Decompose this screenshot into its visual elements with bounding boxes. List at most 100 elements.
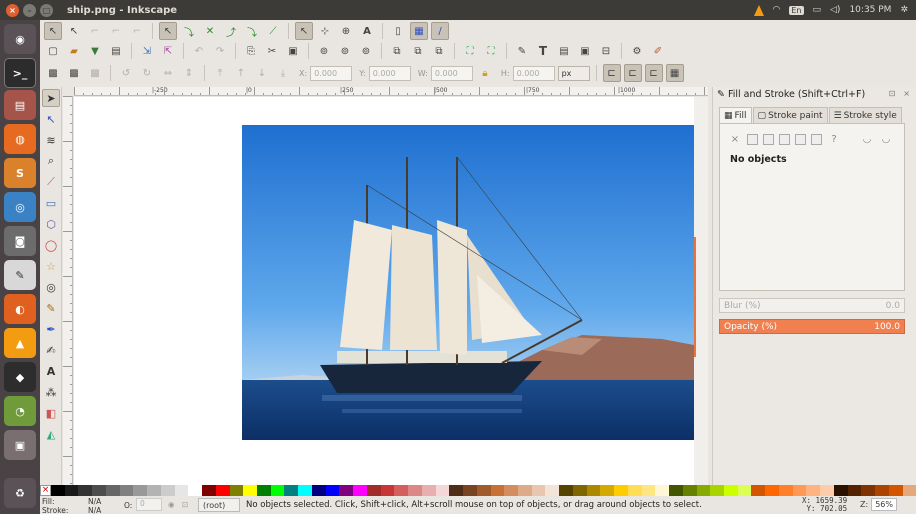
- palette-swatch[interactable]: [902, 485, 916, 496]
- snap-line-midpoint-icon[interactable]: ⟋: [264, 22, 282, 40]
- palette-swatch[interactable]: [147, 485, 161, 496]
- palette-swatch[interactable]: [353, 485, 367, 496]
- volume-icon[interactable]: ◁): [830, 5, 840, 15]
- inkscape-icon[interactable]: ◆: [4, 362, 36, 392]
- linear-gradient-icon[interactable]: [763, 133, 774, 145]
- palette-swatch[interactable]: [820, 485, 834, 496]
- document-properties-icon[interactable]: ✐: [649, 42, 667, 60]
- tweak-icon[interactable]: ≋: [42, 131, 60, 149]
- x-input[interactable]: 0.000: [310, 65, 353, 81]
- eraser-icon[interactable]: ◧: [42, 404, 60, 422]
- layers-dialog-icon[interactable]: ▤: [555, 42, 573, 60]
- lower-icon[interactable]: ↓: [253, 64, 271, 82]
- palette-swatch[interactable]: [435, 485, 450, 496]
- palette-swatch[interactable]: [545, 485, 560, 496]
- wifi-icon[interactable]: ◠: [773, 5, 781, 15]
- undo-icon[interactable]: ↶: [190, 42, 208, 60]
- tab-fill[interactable]: ▦ Fill: [719, 107, 752, 123]
- redo-icon[interactable]: ↷: [211, 42, 229, 60]
- text-dialog-icon[interactable]: T: [534, 42, 552, 60]
- palette-swatch[interactable]: [215, 485, 230, 496]
- select-all-layers-icon[interactable]: ▩: [65, 64, 83, 82]
- bucket-icon[interactable]: ◭: [42, 425, 60, 443]
- clock[interactable]: 10:35 PM: [849, 5, 891, 15]
- raise-icon[interactable]: ↑: [232, 64, 250, 82]
- move-gradients-icon[interactable]: ⊏: [644, 64, 663, 82]
- workspace-icon[interactable]: ▣: [4, 430, 36, 460]
- fill-rule-evenodd-icon[interactable]: ◡: [860, 132, 874, 146]
- snap-smooth-icon[interactable]: ⤵: [243, 22, 261, 40]
- terminal-icon[interactable]: >_: [4, 58, 36, 88]
- palette-swatch[interactable]: [119, 485, 134, 496]
- palette-swatch[interactable]: [449, 485, 464, 496]
- lock-icon[interactable]: 🔒︎: [476, 64, 494, 82]
- palette-swatch[interactable]: [202, 485, 216, 496]
- palette-swatch[interactable]: [408, 485, 422, 496]
- battery-icon[interactable]: ▭: [813, 5, 822, 15]
- snap-path-icon[interactable]: ⤵: [180, 22, 198, 40]
- text-editor-icon[interactable]: ✎: [4, 260, 36, 290]
- flip-vertical-icon[interactable]: ⇕: [180, 64, 198, 82]
- select-all-icon[interactable]: ▩: [44, 64, 62, 82]
- xml-editor-icon[interactable]: ▣: [576, 42, 594, 60]
- palette-swatch[interactable]: [160, 485, 175, 496]
- palette-swatch[interactable]: [298, 485, 312, 496]
- flip-horizontal-icon[interactable]: ⇔: [159, 64, 177, 82]
- flat-color-icon[interactable]: [747, 133, 758, 145]
- scale-radii-icon[interactable]: ⊏: [623, 64, 642, 82]
- pattern-icon[interactable]: [811, 133, 822, 145]
- move-patterns-icon[interactable]: ▦: [665, 64, 684, 82]
- pencil-icon[interactable]: ✎: [42, 299, 60, 317]
- camera-icon[interactable]: ◙: [4, 226, 36, 256]
- ubuntu-dash-icon[interactable]: ◉: [4, 24, 36, 54]
- radial-gradient-icon[interactable]: [779, 133, 790, 145]
- zoom-input[interactable]: 56%: [871, 498, 897, 511]
- new-document-icon[interactable]: ▢: [44, 42, 62, 60]
- palette-swatch[interactable]: [78, 485, 93, 496]
- palette-swatch[interactable]: [641, 485, 656, 496]
- maximize-window-button[interactable]: □: [40, 3, 53, 17]
- duplicate-icon[interactable]: ⧉: [388, 42, 406, 60]
- palette-swatch[interactable]: [188, 485, 203, 496]
- palette-swatch[interactable]: [229, 485, 244, 496]
- palette-swatch[interactable]: [325, 485, 340, 496]
- palette-swatch[interactable]: [105, 485, 120, 496]
- opacity-status-input[interactable]: 0: [136, 498, 162, 511]
- fill-rule-nonzero-icon[interactable]: ◡: [879, 132, 893, 146]
- palette-swatch[interactable]: [64, 485, 79, 496]
- image-viewer-icon[interactable]: ◔: [4, 396, 36, 426]
- tab-stroke-paint[interactable]: ▢ Stroke paint: [752, 107, 828, 123]
- snap-intersection-icon[interactable]: ✕: [201, 22, 219, 40]
- palette-swatch[interactable]: [257, 485, 271, 496]
- palette-swatch[interactable]: [792, 485, 807, 496]
- palette-swatch[interactable]: [600, 485, 615, 496]
- palette-swatch[interactable]: [614, 485, 628, 496]
- open-icon[interactable]: ▰: [65, 42, 83, 60]
- unlink-clone-icon[interactable]: ⧉: [430, 42, 448, 60]
- files-icon[interactable]: ▤: [4, 90, 36, 120]
- snap-nodes-icon[interactable]: ↖: [159, 22, 177, 40]
- star-icon[interactable]: ☆: [42, 257, 60, 275]
- print-icon[interactable]: ▤: [107, 42, 125, 60]
- no-paint-icon[interactable]: ×: [728, 132, 742, 146]
- group-icon[interactable]: ⛶: [461, 42, 479, 60]
- snap-center-icon[interactable]: ⊹: [316, 22, 334, 40]
- cut-icon[interactable]: ✂: [263, 42, 281, 60]
- snap-cusp-icon[interactable]: ⤴: [222, 22, 240, 40]
- vertical-scrollbar[interactable]: [694, 97, 708, 488]
- spray-icon[interactable]: ⁂: [42, 383, 60, 401]
- palette-swatch[interactable]: [490, 485, 505, 496]
- layer-lock-icon[interactable]: ⊡: [182, 500, 188, 509]
- snap-bbox-edge-icon[interactable]: ⌐: [86, 22, 104, 40]
- palette-swatch[interactable]: [737, 485, 752, 496]
- pen-icon[interactable]: ✒: [42, 320, 60, 338]
- unset-paint-icon[interactable]: ?: [827, 132, 841, 146]
- text-icon[interactable]: A: [42, 362, 60, 380]
- palette-swatch[interactable]: [861, 485, 876, 496]
- ungroup-icon[interactable]: ⛶: [482, 42, 500, 60]
- w-input[interactable]: 0.000: [430, 65, 473, 81]
- palette-swatch[interactable]: [847, 485, 862, 496]
- unit-select[interactable]: px: [557, 65, 590, 81]
- zoom-page-icon[interactable]: ⊚: [357, 42, 375, 60]
- deselect-icon[interactable]: ▩: [86, 64, 104, 82]
